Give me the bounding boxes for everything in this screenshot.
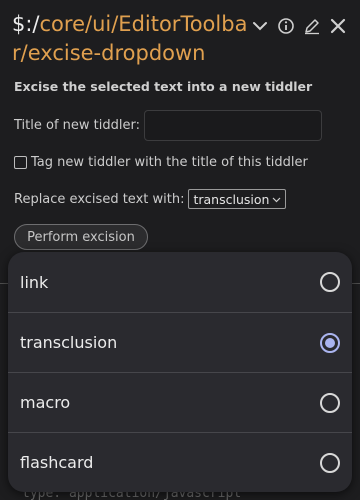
option-flashcard[interactable]: flashcard [8,432,352,492]
option-label: transclusion [20,333,118,352]
replace-row: Replace excised text with: transclusion [14,189,287,209]
radio-unselected[interactable] [320,452,340,473]
tiddler-title: $:/core/ui/EditorToolbar/excise-dropdown [12,10,248,68]
tag-row: Tag new tiddler with the title of this t… [14,155,308,170]
info-icon[interactable] [276,16,296,36]
replace-select-value: transclusion [193,191,270,207]
perform-excision-button[interactable]: Perform excision [14,224,148,250]
radio-unselected[interactable] [320,392,340,413]
option-link[interactable]: link [8,252,352,312]
tiddler-controls [250,16,348,36]
option-macro[interactable]: macro [8,372,352,432]
tag-checkbox[interactable] [14,156,27,169]
option-label: macro [20,393,71,412]
close-icon[interactable] [328,16,348,36]
tag-label: Tag new tiddler with the title of this t… [31,155,308,170]
replace-options-sheet: link transclusion macro flashcard [8,252,352,492]
option-label: flashcard [20,453,94,472]
replace-label: Replace excised text with: [14,191,185,207]
radio-selected[interactable] [320,332,340,353]
excise-subtitle: Excise the selected text into a new tidd… [14,79,313,94]
option-transclusion[interactable]: transclusion [8,312,352,372]
chevron-down-icon[interactable] [250,16,270,36]
edit-icon[interactable] [302,16,322,36]
title-path: core/ui/EditorToolbar/excise-dropdown [12,12,248,65]
new-tiddler-title-input[interactable] [143,110,322,141]
radio-dot [325,337,335,348]
title-row: Title of new tiddler: [14,110,322,141]
replace-select[interactable]: transclusion [188,189,287,209]
title-label: Title of new tiddler: [14,118,140,133]
chevron-down-icon [272,192,281,207]
title-prefix: $:/ [12,12,40,36]
option-label: link [20,272,49,292]
radio-unselected[interactable] [320,272,340,292]
